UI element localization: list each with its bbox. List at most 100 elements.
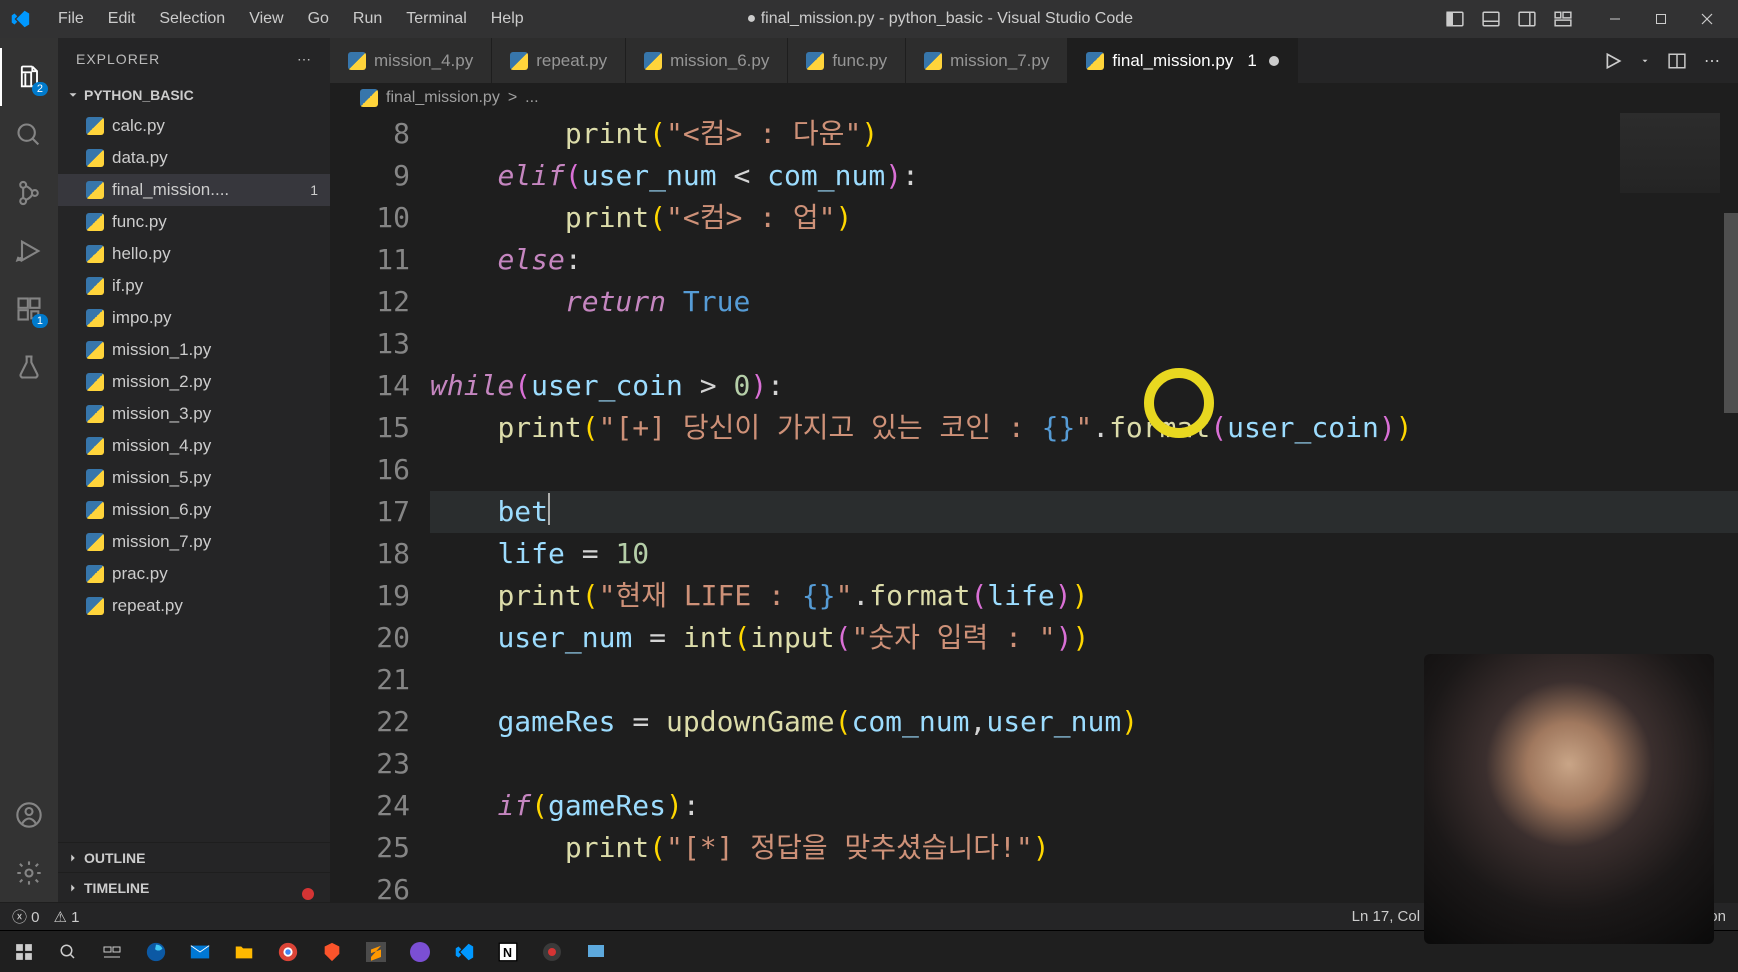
window-title: ● final_mission.py - python_basic - Visu… [436, 10, 1444, 28]
tabs-row: mission_4.pyrepeat.pymission_6.pyfunc.py… [330, 38, 1738, 83]
vscode-logo-icon [8, 7, 32, 31]
sidebar: EXPLORER ⋯ PYTHON_BASIC calc.pydata.pyfi… [58, 38, 330, 902]
breadcrumb[interactable]: final_mission.py > ... [330, 83, 1738, 113]
tab[interactable]: func.py [788, 38, 906, 83]
file-item[interactable]: mission_5.py [58, 462, 330, 494]
folder-header[interactable]: PYTHON_BASIC [58, 80, 330, 110]
brave-icon[interactable] [314, 934, 350, 970]
file-item[interactable]: mission_3.py [58, 398, 330, 430]
python-file-icon [86, 309, 104, 327]
python-file-icon [86, 213, 104, 231]
python-file-icon [86, 373, 104, 391]
split-editor-icon[interactable] [1668, 52, 1686, 70]
activity-bar: 2 1 [0, 38, 58, 902]
svg-text:N: N [503, 946, 512, 960]
app2-icon[interactable] [534, 934, 570, 970]
file-item[interactable]: impo.py [58, 302, 330, 334]
search-icon[interactable] [0, 106, 58, 164]
menu-selection[interactable]: Selection [147, 4, 237, 34]
menu-edit[interactable]: Edit [96, 4, 148, 34]
status-errors[interactable]: ⓧ 0 [12, 906, 40, 927]
timeline-section[interactable]: TIMELINE [58, 872, 330, 902]
extensions-badge: 1 [32, 314, 48, 328]
menu-view[interactable]: View [237, 4, 295, 34]
menu-run[interactable]: Run [341, 4, 394, 34]
menu-go[interactable]: Go [296, 4, 341, 34]
python-file-icon [1086, 52, 1104, 70]
app3-icon[interactable] [578, 934, 614, 970]
tab-more-icon[interactable]: ⋯ [1704, 51, 1720, 71]
extensions-icon[interactable]: 1 [0, 280, 58, 338]
file-item[interactable]: mission_7.py [58, 526, 330, 558]
file-item[interactable]: mission_6.py [58, 494, 330, 526]
layout-bottom-icon[interactable] [1480, 8, 1502, 30]
scrollbar[interactable] [1724, 213, 1738, 413]
tab[interactable]: final_mission.py1 [1068, 38, 1297, 83]
python-file-icon [86, 597, 104, 615]
python-file-icon [86, 181, 104, 199]
file-item[interactable]: hello.py [58, 238, 330, 270]
python-file-icon [86, 437, 104, 455]
taskview-icon[interactable] [94, 934, 130, 970]
python-file-icon [86, 501, 104, 519]
run-debug-icon[interactable] [0, 222, 58, 280]
status-warnings[interactable]: ⚠ 1 [54, 908, 80, 926]
python-file-icon [924, 52, 942, 70]
layout-left-icon[interactable] [1444, 8, 1466, 30]
file-item[interactable]: mission_4.py [58, 430, 330, 462]
layout-right-icon[interactable] [1516, 8, 1538, 30]
status-position[interactable]: Ln 17, Col 8 [1352, 908, 1433, 925]
notion-icon[interactable]: N [490, 934, 526, 970]
run-icon[interactable] [1604, 52, 1622, 70]
mail-icon[interactable] [182, 934, 218, 970]
outline-section[interactable]: OUTLINE [58, 842, 330, 872]
python-file-icon [86, 149, 104, 167]
recording-indicator-icon [302, 888, 314, 900]
run-dropdown-icon[interactable] [1640, 56, 1650, 66]
close-button[interactable] [1684, 0, 1730, 38]
python-file-icon [86, 405, 104, 423]
minimap[interactable] [1620, 113, 1720, 193]
file-item[interactable]: repeat.py [58, 590, 330, 622]
file-item[interactable]: mission_2.py [58, 366, 330, 398]
sublime-icon[interactable] [358, 934, 394, 970]
vscode-taskbar-icon[interactable] [446, 934, 482, 970]
edge-icon[interactable] [138, 934, 174, 970]
python-file-icon [510, 52, 528, 70]
python-file-icon [86, 533, 104, 551]
layout-custom-icon[interactable] [1552, 8, 1574, 30]
taskbar-search-icon[interactable] [50, 934, 86, 970]
file-item[interactable]: final_mission....1 [58, 174, 330, 206]
maximize-button[interactable] [1638, 0, 1684, 38]
settings-icon[interactable] [0, 844, 58, 902]
sidebar-more-icon[interactable]: ⋯ [297, 51, 312, 68]
sidebar-title: EXPLORER [76, 51, 160, 67]
folder-icon[interactable] [226, 934, 262, 970]
tab[interactable]: mission_4.py [330, 38, 492, 83]
menu-file[interactable]: File [46, 4, 96, 34]
app1-icon[interactable] [402, 934, 438, 970]
minimize-button[interactable] [1592, 0, 1638, 38]
testing-icon[interactable] [0, 338, 58, 396]
python-file-icon [86, 277, 104, 295]
python-file-icon [86, 565, 104, 583]
tab[interactable]: mission_7.py [906, 38, 1068, 83]
file-item[interactable]: if.py [58, 270, 330, 302]
python-file-icon [86, 117, 104, 135]
file-item[interactable]: mission_1.py [58, 334, 330, 366]
tab[interactable]: repeat.py [492, 38, 626, 83]
source-control-icon[interactable] [0, 164, 58, 222]
file-item[interactable]: func.py [58, 206, 330, 238]
file-item[interactable]: data.py [58, 142, 330, 174]
file-item[interactable]: prac.py [58, 558, 330, 590]
titlebar: FileEditSelectionViewGoRunTerminalHelp ●… [0, 0, 1738, 38]
python-file-icon [86, 245, 104, 263]
start-icon[interactable] [6, 934, 42, 970]
python-file-icon [86, 469, 104, 487]
file-item[interactable]: calc.py [58, 110, 330, 142]
explorer-icon[interactable]: 2 [0, 48, 58, 106]
modified-indicator-icon [1269, 56, 1279, 66]
accounts-icon[interactable] [0, 786, 58, 844]
chrome-icon[interactable] [270, 934, 306, 970]
tab[interactable]: mission_6.py [626, 38, 788, 83]
